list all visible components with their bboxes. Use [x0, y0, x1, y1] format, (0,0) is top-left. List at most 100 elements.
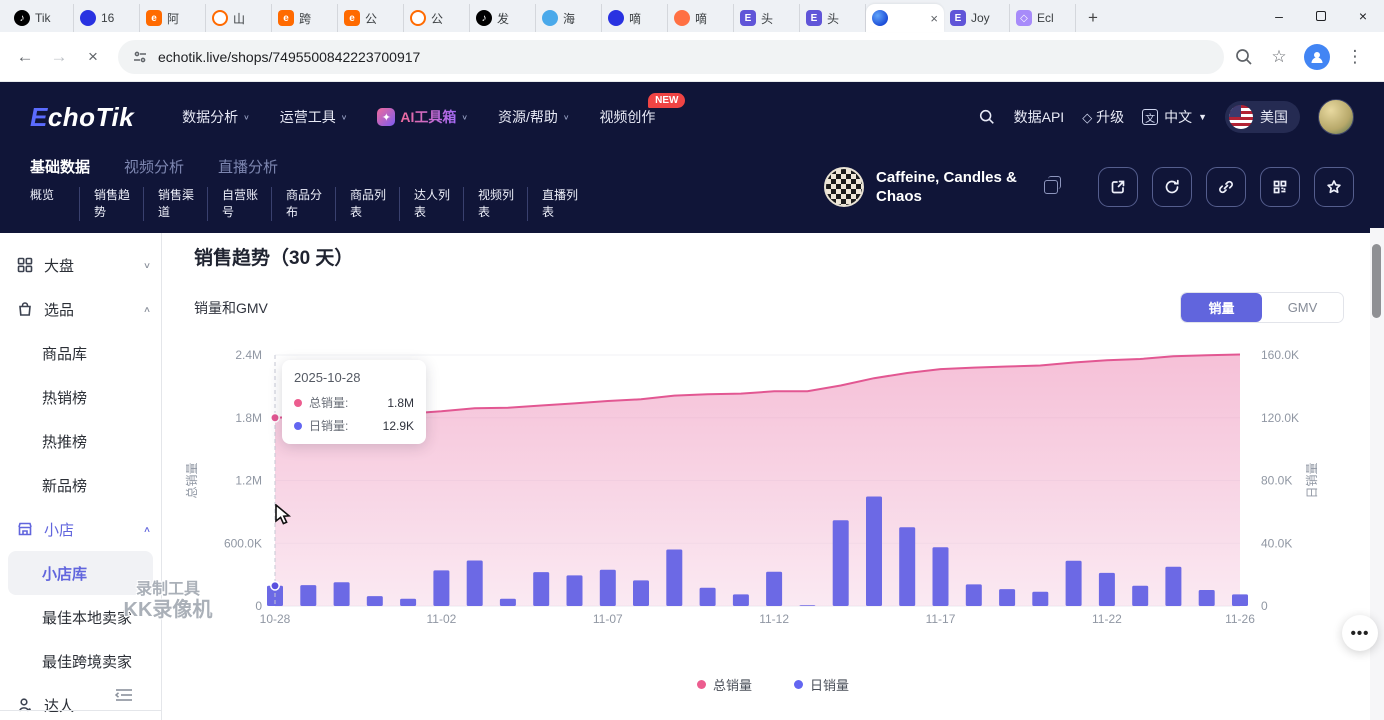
analysis-tab[interactable]: 视频分析 [124, 156, 184, 177]
address-bar[interactable]: echotik.live/shops/7495500842223700917 [118, 40, 1224, 74]
new-badge: NEW [648, 93, 685, 108]
browser-tab[interactable]: 公 [404, 4, 470, 32]
upgrade-link[interactable]: ◇ 升级 [1082, 107, 1124, 127]
section-menu-item[interactable]: 视频列表 [478, 187, 528, 221]
url-text[interactable]: echotik.live/shops/7495500842223700917 [158, 49, 420, 65]
external-link-button[interactable] [1098, 167, 1138, 207]
analysis-tab[interactable]: 基础数据 [30, 156, 90, 177]
browser-tab[interactable]: 嘀 [602, 4, 668, 32]
browser-tab[interactable]: e公 [338, 4, 404, 32]
browser-tab[interactable]: 嘀 [668, 4, 734, 32]
nav-item[interactable]: 数据分析∨ [182, 107, 250, 127]
legend-item-日销量[interactable]: 日销量 [794, 675, 849, 694]
stop-button[interactable]: × [78, 42, 108, 72]
svg-text:日销量: 日销量 [1305, 462, 1319, 498]
language-selector[interactable]: 文 中文▼ [1142, 107, 1207, 127]
qr-grid-icon [1271, 178, 1289, 196]
nav-item[interactable]: 视频创作NEW [599, 107, 655, 127]
e-purple-icon: E [806, 10, 822, 26]
sidebar-item-最佳本地卖家[interactable]: 最佳本地卖家 [0, 595, 161, 639]
section-menu-item[interactable]: 商品分布 [286, 187, 336, 221]
browser-tab-active[interactable]: × [866, 4, 944, 32]
user-avatar[interactable] [1318, 99, 1354, 135]
browser-profile-avatar[interactable] [1304, 44, 1330, 70]
section-menu-item[interactable]: 销售趋势 [94, 187, 144, 221]
zoom-icon[interactable] [1234, 47, 1254, 67]
browser-tab[interactable]: E头 [800, 4, 866, 32]
browser-toolbar: ← → × echotik.live/shops/749550084222370… [0, 32, 1384, 82]
forward-button[interactable]: → [44, 42, 74, 72]
browser-tab[interactable]: E头 [734, 4, 800, 32]
chevron-down-icon: ∨ [563, 113, 570, 122]
qr-grid-button[interactable] [1260, 167, 1300, 207]
e-purple-icon: E [950, 10, 966, 26]
sidebar-item-热推榜[interactable]: 热推榜 [0, 419, 161, 463]
nav-item[interactable]: 资源/帮助∨ [498, 107, 569, 127]
sidebar-item-大盘[interactable]: 大盘∨ [0, 243, 161, 287]
collapse-sidebar-icon[interactable] [115, 687, 133, 703]
nav-item[interactable]: 运营工具∨ [280, 107, 348, 127]
tiktok-icon: ♪ [476, 10, 492, 26]
browser-menu-icon[interactable]: ⋮ [1340, 42, 1370, 72]
minimize-button[interactable]: – [1258, 0, 1300, 32]
tab-title: 海 [563, 10, 575, 27]
maximize-button[interactable] [1300, 0, 1342, 32]
browser-tab[interactable]: 山 [206, 4, 272, 32]
section-menu-item[interactable]: 概览 [30, 187, 80, 221]
bookmark-star-icon[interactable]: ☆ [1264, 42, 1294, 72]
toggle-sales-button[interactable]: 销量 [1181, 293, 1262, 322]
search-icon[interactable] [978, 108, 996, 126]
copy-icon[interactable] [1044, 180, 1058, 194]
grid-icon [16, 256, 34, 274]
star-button[interactable] [1314, 167, 1354, 207]
toggle-gmv-button[interactable]: GMV [1262, 293, 1343, 322]
new-tab-button[interactable]: + [1076, 8, 1110, 32]
section-menu-item[interactable]: 达人列表 [414, 187, 464, 221]
legend-item-总销量[interactable]: 总销量 [697, 675, 752, 694]
refresh-button[interactable] [1152, 167, 1192, 207]
section-menu-item[interactable]: 直播列表 [542, 187, 592, 221]
sidebar-item-小店[interactable]: 小店∧ [0, 507, 161, 551]
total-sales-dot-icon [294, 399, 302, 407]
refresh-icon [1163, 178, 1181, 196]
link-button[interactable] [1206, 167, 1246, 207]
sidebar-item-选品[interactable]: 选品∧ [0, 287, 161, 331]
data-api-link[interactable]: 数据API [1014, 107, 1065, 127]
sidebar-item-热销榜[interactable]: 热销榜 [0, 375, 161, 419]
analysis-tab[interactable]: 直播分析 [218, 156, 278, 177]
section-menu-item[interactable]: 商品列表 [350, 187, 400, 221]
browser-tab[interactable]: e跨 [272, 4, 338, 32]
echotik-logo[interactable]: EchoTik [30, 102, 134, 133]
tab-title: 阿 [167, 10, 179, 27]
tooltip-date: 2025-10-28 [294, 370, 414, 385]
browser-tab[interactable]: ♪发 [470, 4, 536, 32]
sidebar-item-达人[interactable]: 达人 [0, 683, 161, 720]
browser-tab[interactable]: EJoy [944, 4, 1010, 32]
close-tab-icon[interactable]: × [930, 11, 938, 26]
ez-ring-icon [212, 10, 228, 26]
browser-tab[interactable]: ♪ Tik [8, 4, 74, 32]
close-window-button[interactable]: × [1342, 0, 1384, 32]
back-button[interactable]: ← [10, 42, 40, 72]
sidebar-item-小店库[interactable]: 小店库 [8, 551, 153, 595]
browser-tab[interactable]: 海 [536, 4, 602, 32]
section-menu-item[interactable]: 自营账号 [222, 187, 272, 221]
browser-tab[interactable]: 16 [74, 4, 140, 32]
section-menu-item[interactable]: 销售渠道 [158, 187, 208, 221]
sidebar-item-新品榜[interactable]: 新品榜 [0, 463, 161, 507]
tab-title: Tik [35, 11, 51, 25]
browser-tab[interactable]: e阿 [140, 4, 206, 32]
sales-trend-chart[interactable]: 0600.0K1.2M1.8M2.4M040.0K80.0K120.0K160.… [162, 339, 1384, 639]
browser-tab-strip: ♪Tik16e阿山e跨e公公♪发海嘀嘀E头E头×EJoy◇Ecl+ – × [0, 0, 1384, 32]
tiktok-icon: ♪ [14, 10, 30, 26]
tab-title: 公 [365, 10, 377, 27]
country-selector[interactable]: 美国 [1225, 101, 1300, 133]
more-actions-fab[interactable]: ••• [1342, 615, 1378, 651]
nav-item[interactable]: ✦AI工具箱∨ [377, 107, 468, 127]
browser-tab[interactable]: ◇Ecl [1010, 4, 1076, 32]
sidebar-item-label: 热推榜 [42, 431, 87, 452]
scrollbar-thumb[interactable] [1372, 244, 1381, 318]
sidebar-item-商品库[interactable]: 商品库 [0, 331, 161, 375]
sidebar-item-最佳跨境卖家[interactable]: 最佳跨境卖家 [0, 639, 161, 683]
site-settings-icon[interactable] [132, 49, 148, 65]
